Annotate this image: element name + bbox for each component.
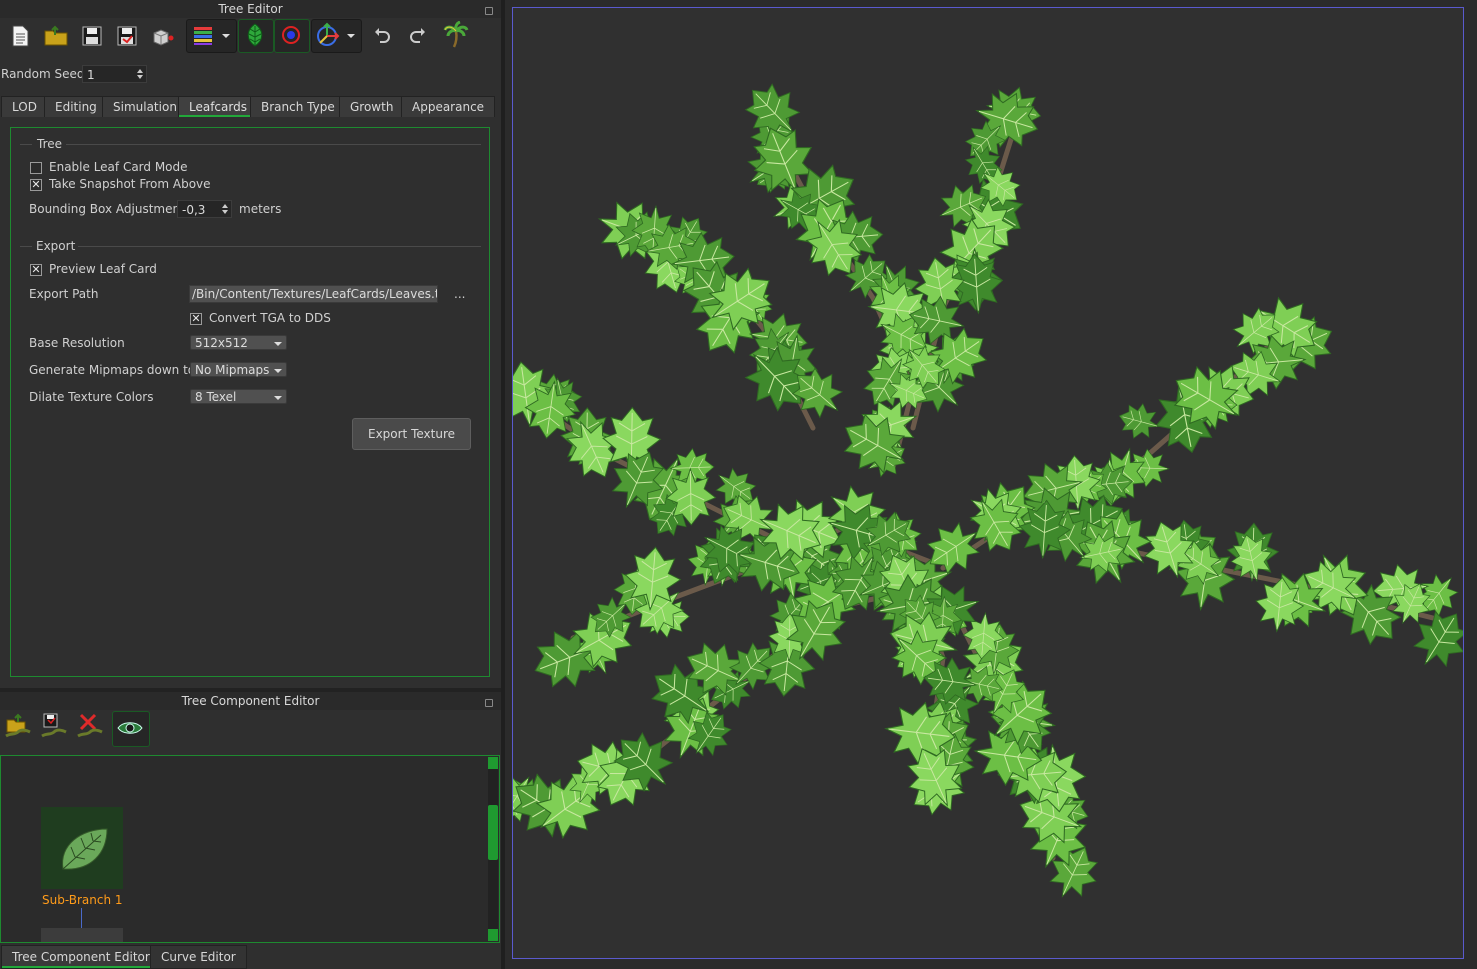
tree-editor-title: Tree Editor — [0, 0, 501, 18]
tab-branch-type[interactable]: Branch Type — [250, 96, 346, 117]
target-icon[interactable] — [277, 21, 305, 49]
section-divider — [66, 144, 481, 145]
tab-growth[interactable]: Growth — [339, 96, 405, 117]
child-node[interactable] — [41, 928, 123, 942]
section-divider — [20, 246, 32, 247]
viewport-3d[interactable] — [492, 7, 1469, 959]
dilate-value: 8 Texel — [195, 390, 237, 404]
preview-leaf-card-label[interactable]: Preview Leaf Card — [49, 262, 157, 276]
cube-icon[interactable] — [148, 22, 176, 50]
base-resolution-value: 512x512 — [195, 336, 248, 350]
scrollbar-thumb[interactable] — [488, 805, 498, 860]
tab-simulation[interactable]: Simulation — [102, 96, 188, 117]
export-path-label: Export Path — [29, 287, 99, 301]
convert-tga-checkbox[interactable]: ✕ — [190, 313, 202, 325]
sub-branch-node[interactable] — [41, 807, 123, 889]
redo-icon[interactable] — [404, 22, 432, 50]
export-texture-button[interactable]: Export Texture — [352, 418, 471, 450]
node-connector — [81, 908, 82, 928]
save-component-icon[interactable] — [40, 712, 68, 740]
save-icon[interactable] — [78, 22, 106, 50]
save-as-icon[interactable] — [113, 22, 141, 50]
tab-tree-component-editor[interactable]: Tree Component Editor — [1, 945, 161, 969]
leaf-thumbnail-icon — [62, 828, 108, 870]
gizmo-icon[interactable] — [313, 21, 341, 49]
section-divider — [20, 144, 32, 145]
base-resolution-select[interactable]: 512x512 — [190, 335, 287, 350]
bounding-box-value: -0,3 — [182, 203, 206, 217]
mipmaps-select[interactable]: No Mipmaps — [190, 362, 287, 377]
preview-leaf-card-checkbox[interactable]: ✕ — [30, 264, 42, 276]
dock-pin-icon[interactable] — [485, 699, 493, 707]
component-editor-title: Tree Component Editor — [0, 692, 501, 710]
chevron-down-icon[interactable] — [342, 22, 360, 50]
enable-leaf-card-checkbox[interactable] — [30, 162, 42, 174]
dropdown-arrow-icon — [274, 396, 282, 400]
browse-button[interactable]: ... — [454, 287, 465, 301]
sub-branch-label[interactable]: Sub-Branch 1 — [42, 893, 123, 907]
dropdown-arrow-icon — [274, 342, 282, 346]
eye-icon[interactable] — [116, 714, 144, 742]
spin-down-icon[interactable] — [222, 210, 228, 214]
section-divider — [78, 246, 481, 247]
snapshot-from-above-label[interactable]: Take Snapshot From Above — [49, 177, 211, 191]
leaf — [1118, 403, 1160, 439]
export-path-field[interactable]: /Bin/Content/Textures/LeafCards/Leaves.t… — [189, 285, 438, 303]
convert-tga-label[interactable]: Convert TGA to DDS — [209, 311, 331, 325]
snapshot-from-above-checkbox[interactable]: ✕ — [30, 179, 42, 191]
random-seed-spinbox[interactable]: 1 — [82, 65, 147, 83]
dilate-select[interactable]: 8 Texel — [190, 389, 287, 404]
tree-section-label: Tree — [37, 137, 63, 151]
dilate-label: Dilate Texture Colors — [29, 390, 154, 404]
scroll-down-icon[interactable] — [488, 929, 498, 941]
new-file-icon[interactable] — [6, 22, 34, 50]
chevron-down-icon[interactable] — [217, 22, 235, 50]
tree-render — [492, 83, 1469, 898]
scroll-up-icon[interactable] — [488, 757, 498, 769]
base-resolution-label: Base Resolution — [29, 336, 125, 350]
load-component-icon[interactable] — [4, 712, 32, 740]
dropdown-arrow-icon — [274, 369, 282, 373]
spin-down-icon[interactable] — [137, 75, 143, 79]
branch-group — [492, 83, 1469, 898]
tab-editing[interactable]: Editing — [44, 96, 108, 117]
undo-icon[interactable] — [368, 22, 396, 50]
open-folder-icon[interactable] — [42, 22, 70, 50]
bounding-box-label: Bounding Box Adjustment — [29, 202, 185, 216]
export-section-label: Export — [36, 239, 76, 253]
tab-lod[interactable]: LOD — [1, 96, 48, 117]
panel-splitter[interactable] — [501, 0, 505, 969]
spin-up-icon[interactable] — [137, 69, 143, 73]
tab-appearance[interactable]: Appearance — [401, 96, 496, 117]
spin-up-icon[interactable] — [222, 204, 228, 208]
mipmaps-value: No Mipmaps — [195, 363, 270, 377]
random-seed-value: 1 — [87, 68, 95, 82]
enable-leaf-card-label[interactable]: Enable Leaf Card Mode — [49, 160, 188, 174]
bounding-box-unit: meters — [239, 202, 282, 216]
left-panel: Tree Editor Random Seed 1 LOD Editing Si… — [0, 0, 501, 969]
delete-component-icon[interactable] — [76, 712, 104, 740]
random-seed-label: Random Seed — [1, 67, 85, 81]
palm-tree-icon[interactable] — [442, 21, 470, 49]
color-bars-icon[interactable] — [189, 21, 217, 49]
tab-curve-editor[interactable]: Curve Editor — [150, 945, 247, 969]
leaf-icon[interactable] — [241, 21, 269, 49]
dock-pin-icon[interactable] — [485, 7, 493, 15]
bounding-box-spinbox[interactable]: -0,3 — [177, 200, 232, 218]
mipmaps-label: Generate Mipmaps down to — [29, 363, 196, 377]
tab-leafcards[interactable]: Leafcards — [178, 96, 258, 117]
